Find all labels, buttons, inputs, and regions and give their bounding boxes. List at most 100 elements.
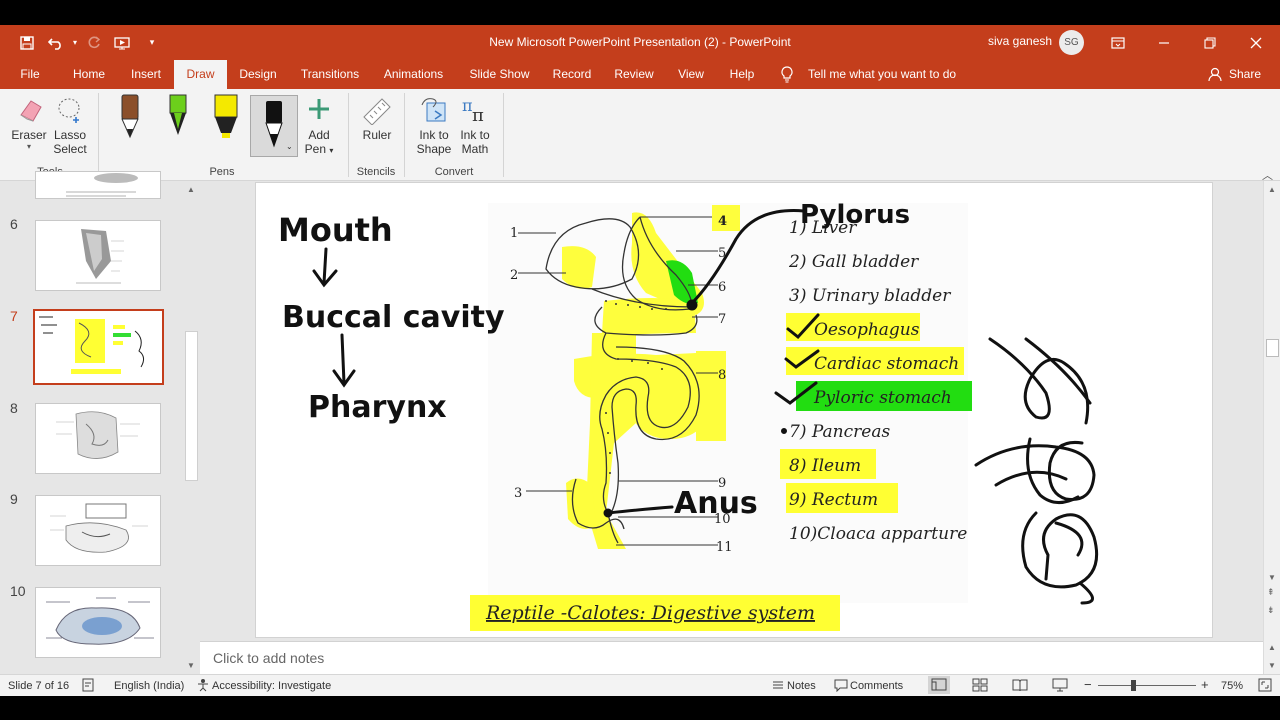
ink-to-math-button[interactable]: ππ Ink to Math <box>455 95 495 156</box>
slide-show-icon[interactable] <box>1052 678 1068 695</box>
comments-icon[interactable] <box>834 678 848 695</box>
plus-icon <box>309 99 329 119</box>
group-convert-label: Convert <box>434 166 474 178</box>
notes-icon[interactable] <box>771 678 785 695</box>
ink-to-shape-button[interactable]: Ink to Shape <box>413 95 455 156</box>
thumbnail-slide-9[interactable] <box>35 495 161 566</box>
thumbnail-slide-10[interactable] <box>35 587 161 658</box>
fit-to-window-icon[interactable] <box>1258 678 1272 695</box>
zoom-slider-thumb[interactable] <box>1131 680 1136 691</box>
zoom-level[interactable]: 75% <box>1221 680 1243 692</box>
thumbnail-slide-6[interactable] <box>35 220 161 291</box>
pen-orange[interactable] <box>118 93 142 144</box>
tell-me-search[interactable]: Tell me what you want to do <box>808 60 956 89</box>
slide-number: 8 <box>10 400 18 416</box>
lasso-label-2: Select <box>53 142 87 156</box>
pen-green[interactable] <box>166 93 190 144</box>
share-button[interactable]: Share <box>1229 60 1261 89</box>
thumbnails-scrollbar[interactable]: ▲ ▼ <box>183 181 200 674</box>
tab-animations[interactable]: Animations <box>376 60 451 89</box>
legend-item: Oesophagus <box>814 320 920 340</box>
comments-button[interactable]: Comments <box>850 680 903 692</box>
scroll-thumb[interactable] <box>1266 339 1279 357</box>
slide-number: 6 <box>10 216 18 232</box>
ink-to-shape-label-1: Ink to <box>419 128 449 142</box>
highlighter-yellow[interactable] <box>212 93 240 144</box>
notes-button[interactable]: Notes <box>787 680 816 692</box>
pen-dropdown-icon[interactable]: ⌄ <box>286 142 293 151</box>
tab-design[interactable]: Design <box>232 60 284 89</box>
eraser-dropdown-icon[interactable]: ▾ <box>8 142 50 151</box>
ribbon-display-options-icon[interactable] <box>1095 25 1141 60</box>
slide-canvas[interactable]: 1 2 3 4 5 6 7 8 9 10 11 1) Liver 2) Gall… <box>255 182 1213 638</box>
close-icon[interactable] <box>1233 25 1279 60</box>
avatar[interactable]: SG <box>1059 30 1084 55</box>
restore-icon[interactable] <box>1187 25 1233 60</box>
ribbon-separator <box>404 93 405 177</box>
scroll-down-icon[interactable]: ▼ <box>1268 573 1276 582</box>
ink-pharynx: Pharynx <box>308 390 447 425</box>
notes-scroll-up-icon[interactable]: ▲ <box>1268 643 1276 652</box>
diagram-number: 3 <box>514 486 522 501</box>
eraser-button[interactable]: Eraser ▾ <box>8 95 50 151</box>
zoom-slider-track[interactable] <box>1098 685 1196 686</box>
tab-review[interactable]: Review <box>608 60 660 89</box>
share-person-icon[interactable] <box>1208 67 1222 85</box>
ink-to-math-label-1: Ink to <box>460 128 490 142</box>
tab-transitions[interactable]: Transitions <box>294 60 366 89</box>
pen-black-icon <box>265 101 283 148</box>
lasso-select-button[interactable]: Lasso Select <box>52 95 88 156</box>
minimize-icon[interactable] <box>1141 25 1187 60</box>
document-title: New Microsoft PowerPoint Presentation (2… <box>489 35 791 49</box>
ruler-button[interactable]: Ruler <box>358 95 396 142</box>
slide-vertical-scrollbar[interactable]: ▲ ▼ ⇞ ⇟ ▲ ▼ <box>1263 181 1280 674</box>
status-bar: Slide 7 of 16 English (India) Accessibil… <box>0 674 1280 696</box>
tab-record[interactable]: Record <box>545 60 599 89</box>
slide-sorter-icon[interactable] <box>972 678 988 695</box>
tab-slide-show[interactable]: Slide Show <box>462 60 537 89</box>
tab-view[interactable]: View <box>668 60 714 89</box>
thumbnail-slide-5[interactable] <box>35 171 161 199</box>
zoom-out-button[interactable]: − <box>1084 677 1092 692</box>
scroll-up-icon[interactable]: ▲ <box>1268 185 1276 194</box>
svg-text:π: π <box>472 105 484 125</box>
accessibility-status[interactable]: Accessibility: Investigate <box>212 680 331 692</box>
ink-to-shape-icon <box>421 98 446 122</box>
ink-to-math-label-2: Math <box>461 142 489 156</box>
language-indicator[interactable]: English (India) <box>114 680 184 692</box>
ribbon-separator <box>98 93 99 177</box>
tab-home[interactable]: Home <box>62 60 116 89</box>
diagram-number: 6 <box>718 280 726 295</box>
spelling-icon[interactable] <box>82 678 96 695</box>
thumbnail-slide-7-selected[interactable] <box>33 309 164 385</box>
notes-scroll-down-icon[interactable]: ▼ <box>1268 661 1276 670</box>
zoom-in-button[interactable]: + <box>1201 677 1209 692</box>
diagram-number: 11 <box>716 540 733 555</box>
normal-view-icon[interactable] <box>928 676 950 694</box>
notes-placeholder: Click to add notes <box>213 650 325 666</box>
scroll-thumb[interactable] <box>185 331 198 481</box>
pen-black-selected[interactable]: ⌄ <box>250 95 298 157</box>
add-pen-button[interactable]: Add Pen ▾ <box>300 95 338 156</box>
tab-file[interactable]: File <box>10 60 50 89</box>
slide-number-selected: 7 <box>10 308 18 324</box>
slide-thumbnails-pane: 6 7 8 9 10 <box>0 171 200 674</box>
notes-pane[interactable]: Click to add notes <box>200 641 1263 674</box>
scroll-down-icon[interactable]: ▼ <box>187 661 195 670</box>
reading-view-icon[interactable] <box>1012 678 1028 695</box>
scroll-up-icon[interactable]: ▲ <box>187 185 195 194</box>
tab-draw[interactable]: Draw <box>174 60 227 89</box>
thumbnail-slide-8[interactable] <box>35 403 161 474</box>
slide-caption: Reptile -Calotes: Digestive system <box>485 602 815 624</box>
title-bar: ▾ ▾ New Microsoft PowerPoint Presentatio… <box>0 25 1280 60</box>
powerpoint-window: ▾ ▾ New Microsoft PowerPoint Presentatio… <box>0 0 1280 720</box>
tab-insert[interactable]: Insert <box>122 60 170 89</box>
legend-item: 10)Cloaca apparture <box>789 524 967 544</box>
tab-help[interactable]: Help <box>722 60 762 89</box>
ink-buccal-cavity: Buccal cavity <box>282 300 505 335</box>
user-name[interactable]: siva ganesh <box>988 34 1052 48</box>
legend-item: 8) Ileum <box>789 456 861 476</box>
next-slide-icon[interactable]: ⇟ <box>1267 605 1275 616</box>
accessibility-icon[interactable] <box>196 678 210 695</box>
previous-slide-icon[interactable]: ⇞ <box>1267 587 1275 598</box>
